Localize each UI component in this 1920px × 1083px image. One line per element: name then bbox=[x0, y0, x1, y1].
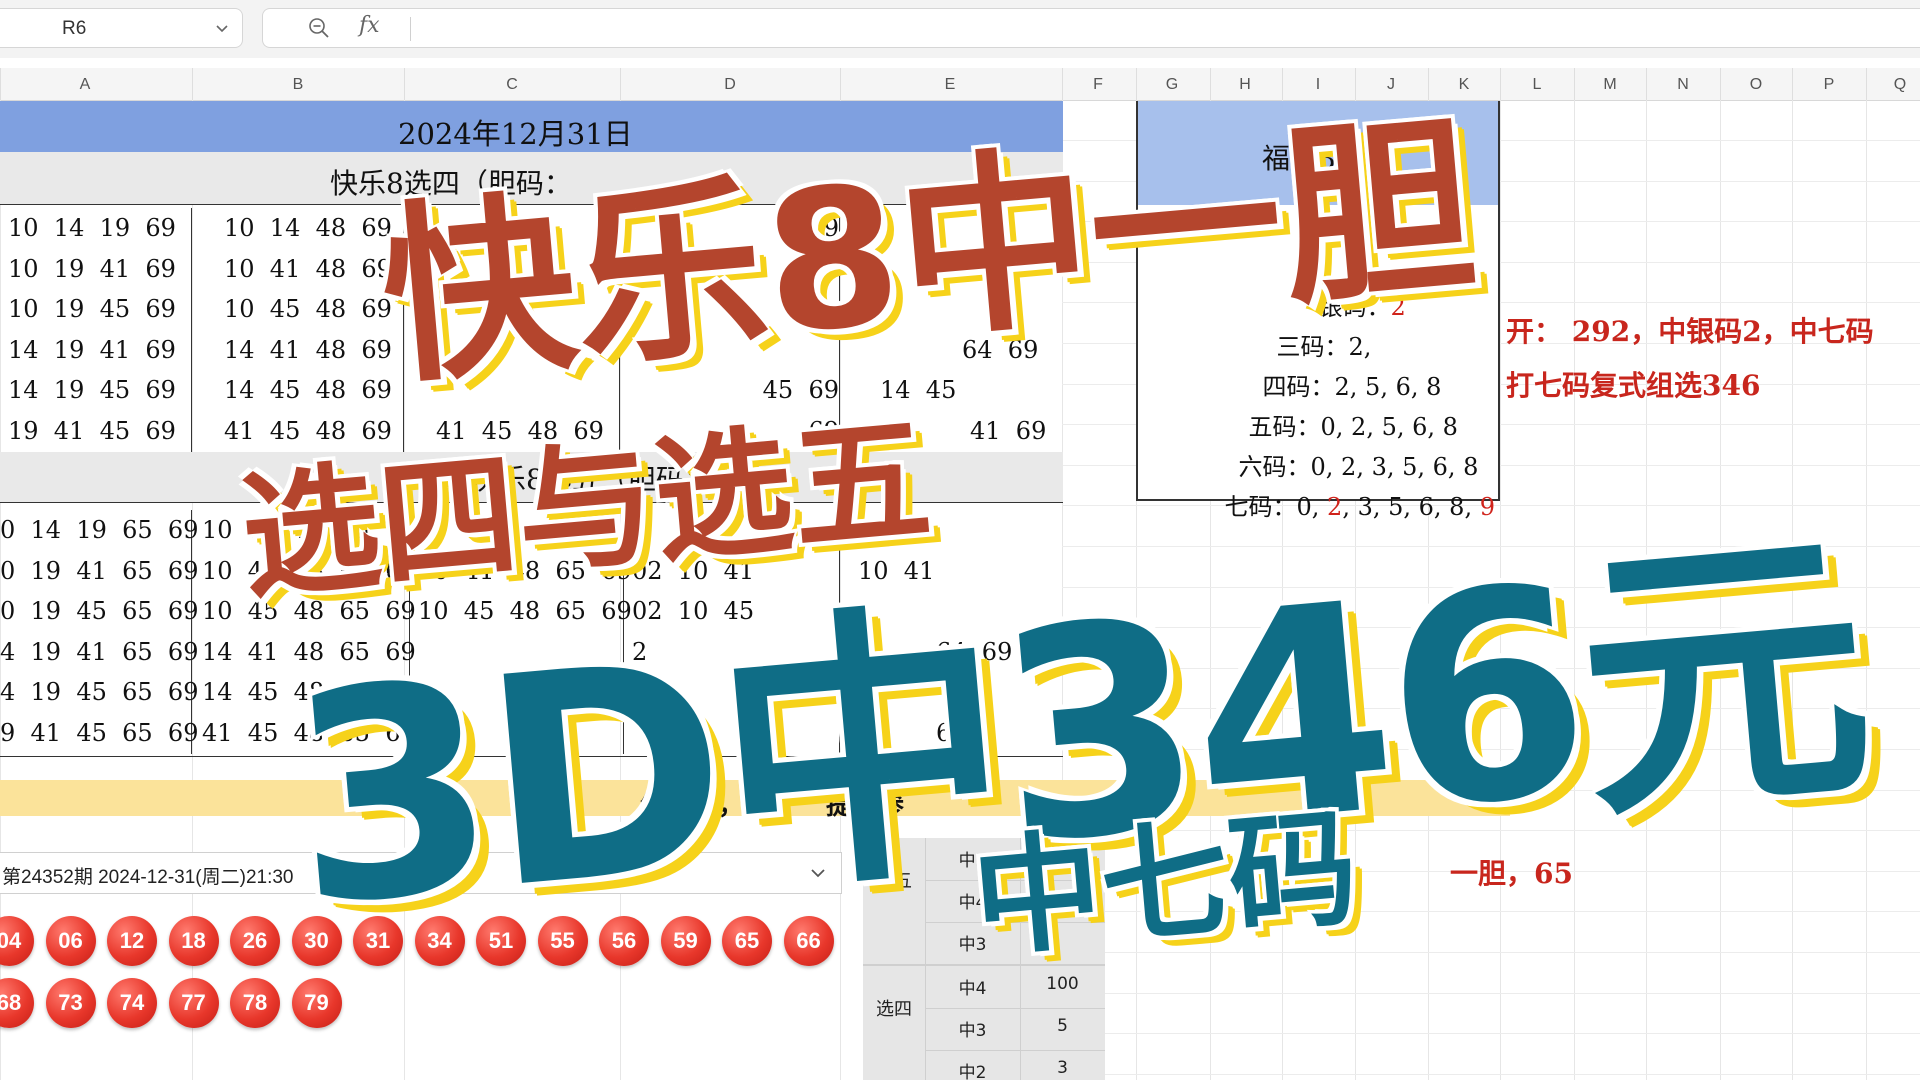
combo-row: 14 19 45 69 bbox=[8, 376, 176, 405]
combo-row: 10 45 48 69 bbox=[224, 295, 392, 324]
result-note: 打七码复式组选346 bbox=[1506, 369, 1761, 402]
column-header-d[interactable]: D bbox=[724, 76, 736, 94]
formula-bar: R6 fx bbox=[0, 0, 1920, 58]
gridline bbox=[1062, 1033, 1920, 1035]
combo-row: 0 19 45 65 69 bbox=[0, 597, 199, 626]
function-icon[interactable]: fx bbox=[359, 13, 380, 38]
number-block-a: 10 14 19 69 10 19 41 69 10 19 45 69 14 1… bbox=[8, 208, 192, 452]
number-block-5a: 0 14 19 65 69 0 19 41 65 69 0 19 45 65 6… bbox=[0, 510, 199, 754]
column-header-o[interactable]: O bbox=[1750, 76, 1762, 94]
divider bbox=[925, 1050, 1105, 1051]
column-header-m[interactable]: M bbox=[1603, 76, 1616, 94]
combo-row: 4 19 45 65 69 bbox=[0, 678, 199, 707]
number-ball: 77 bbox=[168, 978, 219, 1028]
chevron-down-icon[interactable] bbox=[214, 20, 230, 36]
number-ball: 79 bbox=[291, 978, 342, 1028]
combo-row: 0 14 19 65 69 bbox=[0, 516, 199, 544]
column-header-e[interactable]: E bbox=[945, 76, 956, 94]
column-header-n[interactable]: N bbox=[1677, 76, 1689, 94]
combo-row: 10 19 45 69 bbox=[8, 295, 176, 324]
gridline bbox=[1062, 992, 1920, 994]
draw-period-label: 第24352期 2024-12-31(周二)21:30 bbox=[2, 867, 294, 888]
combo-row: 10 19 41 69 bbox=[8, 254, 176, 283]
name-box[interactable]: R6 bbox=[0, 8, 243, 48]
gridline bbox=[1866, 100, 1867, 1080]
number-ball: 73 bbox=[45, 978, 96, 1028]
number-ball: 12 bbox=[107, 916, 157, 966]
number-ball: 78 bbox=[230, 978, 280, 1028]
column-header-q[interactable]: Q bbox=[1894, 76, 1906, 94]
column-header-l[interactable]: L bbox=[1533, 76, 1542, 94]
column-header-c[interactable]: C bbox=[506, 76, 518, 94]
number-ball: 06 bbox=[45, 916, 96, 966]
combo-row: 19 41 45 69 bbox=[8, 416, 176, 445]
gridline bbox=[1062, 1073, 1920, 1075]
formula-input[interactable]: fx bbox=[262, 8, 1920, 48]
divider bbox=[410, 17, 411, 41]
combo-row: 0 19 41 65 69 bbox=[0, 556, 199, 585]
prize-amount: 3 bbox=[1057, 1058, 1068, 1078]
combo-row: 14 41 48 69 bbox=[224, 335, 392, 364]
column-header-p[interactable]: P bbox=[1824, 76, 1835, 94]
divider bbox=[925, 1008, 1105, 1009]
zoom-out-icon[interactable] bbox=[307, 16, 331, 40]
column-header-b[interactable]: B bbox=[293, 76, 304, 94]
number-ball: 26 bbox=[230, 916, 280, 966]
combo-row: 10 14 19 69 bbox=[8, 214, 176, 242]
cell-reference: R6 bbox=[62, 18, 87, 39]
prize-level: 中3 bbox=[958, 1021, 987, 1041]
combo-row: 14 19 41 69 bbox=[8, 335, 176, 364]
number-ball: 74 bbox=[107, 978, 157, 1028]
column-header-a[interactable]: A bbox=[80, 76, 91, 94]
overlay-title-line4: 中七码 bbox=[967, 793, 1363, 976]
group-label-select-four: 选四 bbox=[876, 999, 912, 1020]
result-note: 开： 292，中银码2，中七码 bbox=[1506, 315, 1874, 348]
combo-row: 10 41 48 69 bbox=[224, 254, 392, 283]
combo-row: 14 45 48 69 bbox=[224, 376, 392, 405]
prize-amount: 100 bbox=[1046, 974, 1079, 994]
number-ball: 18 bbox=[168, 916, 219, 966]
prize-amount: 5 bbox=[1057, 1016, 1068, 1036]
combo-row: 4 19 41 65 69 bbox=[0, 637, 199, 666]
prize-level: 中2 bbox=[958, 1063, 987, 1083]
combo-row: 9 41 45 65 69 bbox=[0, 718, 199, 747]
